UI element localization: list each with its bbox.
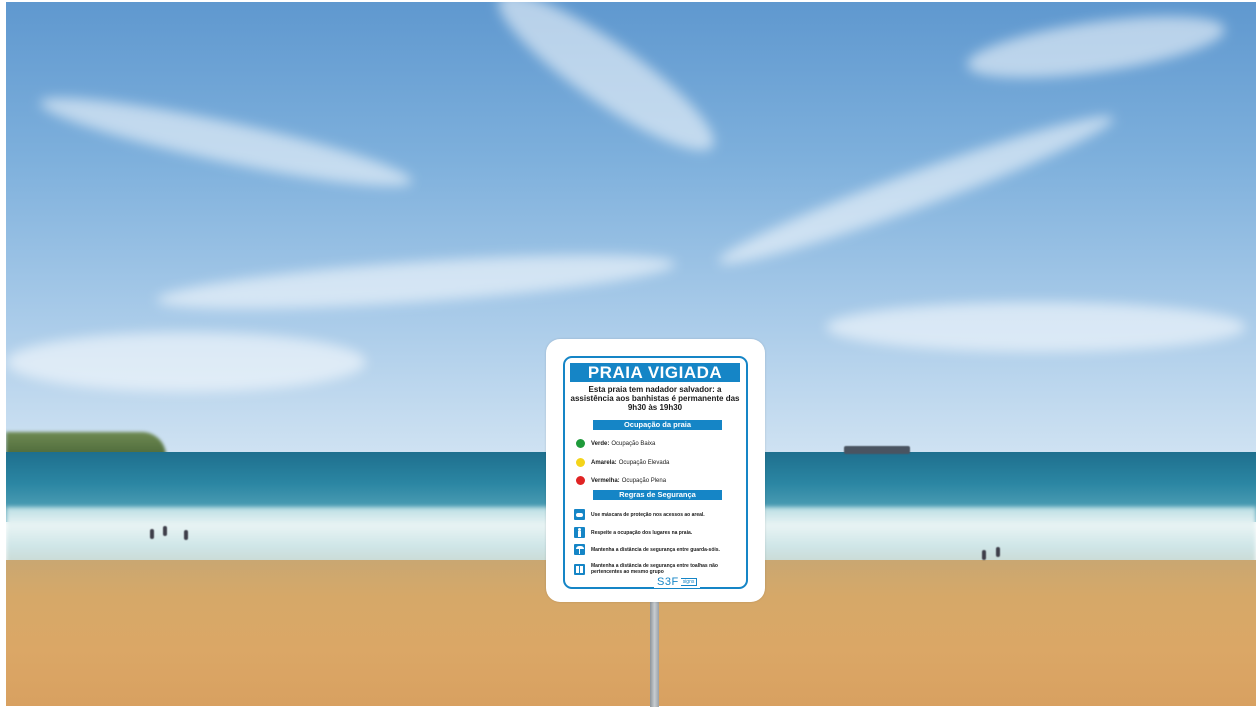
rule-item: Mantenha a distância de segurança entre … bbox=[574, 563, 744, 575]
occupancy-heading: Ocupação da praia bbox=[593, 420, 722, 430]
ship bbox=[844, 446, 910, 454]
occupancy-color-name: Verde: bbox=[591, 440, 610, 447]
red-dot-icon bbox=[576, 476, 585, 485]
sign-title: PRAIA VIGIADA bbox=[570, 363, 740, 382]
rule-text: Respeite a ocupação dos lugares na praia… bbox=[591, 529, 693, 536]
person bbox=[163, 526, 167, 536]
person bbox=[996, 547, 1000, 557]
umbrella-icon bbox=[574, 544, 585, 555]
person bbox=[184, 530, 188, 540]
cloud bbox=[35, 82, 417, 202]
cloud bbox=[826, 302, 1246, 352]
towel-icon bbox=[574, 563, 585, 575]
brand-sub: signs bbox=[680, 578, 698, 586]
cloud bbox=[482, 2, 730, 172]
sign-intro: Esta praia tem nadador salvador: a assis… bbox=[570, 385, 740, 412]
occupancy-color-name: Vermelha: bbox=[591, 477, 620, 484]
yellow-dot-icon bbox=[576, 458, 585, 467]
rule-item: Use máscara de proteção nos acessos ao a… bbox=[574, 509, 744, 520]
rule-text: Mantenha a distância de segurança entre … bbox=[591, 546, 720, 553]
beach-sign: PRAIA VIGIADA Esta praia tem nadador sal… bbox=[546, 339, 765, 602]
occupancy-item: Amarela: Ocupação Elevada bbox=[576, 457, 669, 468]
occupancy-item: Verde: Ocupação Baixa bbox=[576, 438, 655, 449]
occupancy-label: Ocupação Plena bbox=[621, 477, 667, 484]
cloud bbox=[6, 332, 366, 392]
occupancy-label: Ocupação Elevada bbox=[618, 459, 670, 466]
rules-heading: Regras de Segurança bbox=[593, 490, 722, 500]
brand-logo: S3F signs bbox=[654, 576, 701, 588]
cloud bbox=[963, 4, 1229, 90]
rule-text: Mantenha a distância de segurança entre … bbox=[591, 563, 718, 575]
rule-item: Mantenha a distância de segurança entre … bbox=[574, 544, 744, 555]
person-icon bbox=[574, 527, 585, 538]
green-dot-icon bbox=[576, 439, 585, 448]
cloud bbox=[155, 243, 677, 321]
person bbox=[982, 550, 986, 560]
cloud bbox=[712, 101, 1120, 279]
sign-pole bbox=[650, 600, 659, 707]
mask-icon bbox=[574, 509, 585, 520]
occupancy-label: Ocupação Baixa bbox=[611, 440, 656, 447]
occupancy-item: Vermelha: Ocupação Plena bbox=[576, 475, 666, 486]
brand-name: S3F bbox=[657, 576, 679, 588]
rule-item: Respeite a ocupação dos lugares na praia… bbox=[574, 527, 744, 538]
rule-text: Use máscara de proteção nos acessos ao a… bbox=[591, 511, 705, 518]
occupancy-color-name: Amarela: bbox=[591, 459, 617, 466]
person bbox=[150, 529, 154, 539]
